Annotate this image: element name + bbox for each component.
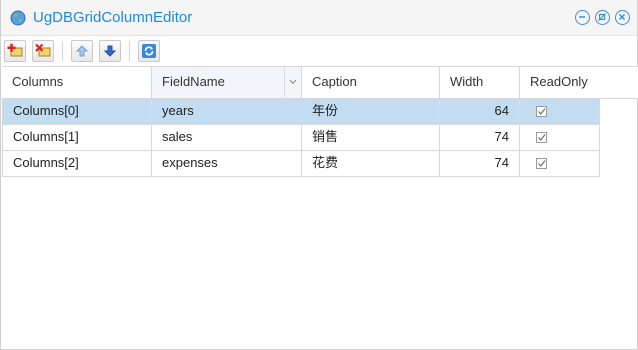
delete-icon <box>35 43 51 57</box>
cell-width[interactable]: 74 <box>440 125 520 150</box>
toolbar-separator <box>62 41 63 61</box>
refresh-button[interactable] <box>138 40 160 62</box>
close-button[interactable] <box>615 10 630 25</box>
refresh-icon <box>142 44 156 58</box>
chevron-down-icon <box>289 79 297 85</box>
header-fieldname-label: FieldName <box>162 74 225 89</box>
header-readonly[interactable]: ReadOnly <box>520 67 638 98</box>
header-caption[interactable]: Caption <box>302 67 440 98</box>
cell-readonly[interactable] <box>520 99 600 124</box>
cell-readonly[interactable] <box>520 151 600 176</box>
restore-icon <box>598 13 606 21</box>
globe-icon <box>10 10 26 25</box>
window-title: UgDBGridColumnEditor <box>33 9 193 26</box>
cell-column-name[interactable]: Columns[1] <box>2 125 152 150</box>
add-icon <box>7 43 23 57</box>
columns-grid: Columns FieldName Caption Width ReadOnly… <box>2 66 638 177</box>
header-width[interactable]: Width <box>440 67 520 98</box>
move-down-button[interactable] <box>99 40 121 62</box>
readonly-checkbox[interactable] <box>536 106 547 117</box>
cell-fieldname[interactable]: years <box>152 99 302 124</box>
header-columns[interactable]: Columns <box>2 67 152 98</box>
toolbar <box>1 36 637 66</box>
cell-caption[interactable]: 花费 <box>302 151 440 176</box>
column-editor-window: UgDBGridColumnEditor Columns FieldName C… <box>0 0 638 350</box>
cell-width[interactable]: 74 <box>440 151 520 176</box>
title-bar[interactable]: UgDBGridColumnEditor <box>1 0 637 36</box>
cell-fieldname[interactable]: sales <box>152 125 302 150</box>
grid-header: Columns FieldName Caption Width ReadOnly <box>2 66 638 99</box>
header-menu-trigger[interactable] <box>284 67 301 97</box>
readonly-checkbox[interactable] <box>536 158 547 169</box>
table-row[interactable]: Columns[1] sales 销售 74 <box>2 125 600 151</box>
cell-readonly[interactable] <box>520 125 600 150</box>
cell-fieldname[interactable]: expenses <box>152 151 302 176</box>
checkmark-icon <box>538 134 546 141</box>
cell-column-name[interactable]: Columns[0] <box>2 99 152 124</box>
readonly-checkbox[interactable] <box>536 132 547 143</box>
cell-width[interactable]: 64 <box>440 99 520 124</box>
move-up-button[interactable] <box>71 40 93 62</box>
cell-caption[interactable]: 年份 <box>302 99 440 124</box>
arrow-down-icon <box>103 45 117 57</box>
minimize-button[interactable] <box>575 10 590 25</box>
delete-column-button[interactable] <box>32 40 54 62</box>
add-column-button[interactable] <box>4 40 26 62</box>
toolbar-separator <box>129 41 130 61</box>
table-row[interactable]: Columns[2] expenses 花费 74 <box>2 151 600 177</box>
arrow-up-icon <box>75 45 89 57</box>
restore-button[interactable] <box>595 10 610 25</box>
table-row[interactable]: Columns[0] years 年份 64 <box>2 99 600 125</box>
close-icon <box>618 13 626 21</box>
checkmark-icon <box>538 108 546 115</box>
grid-body: Columns[0] years 年份 64 Columns[1] sales 销售 74 Co… <box>2 99 600 177</box>
minus-icon <box>579 16 585 18</box>
cell-column-name[interactable]: Columns[2] <box>2 151 152 176</box>
cell-caption[interactable]: 销售 <box>302 125 440 150</box>
checkmark-icon <box>538 160 546 167</box>
window-controls <box>575 10 637 25</box>
header-fieldname[interactable]: FieldName <box>152 67 302 98</box>
